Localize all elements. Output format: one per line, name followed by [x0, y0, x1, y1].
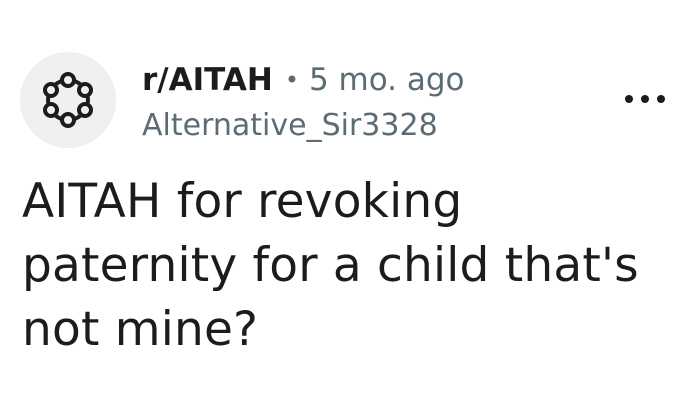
- separator-dot: •: [284, 66, 299, 94]
- subreddit-avatar[interactable]: [20, 52, 116, 148]
- more-options-icon: [641, 95, 649, 103]
- post-meta: r/AITAH • 5 mo. ago Alternative_Sir3328: [142, 60, 465, 146]
- post-timestamp: 5 mo. ago: [308, 62, 465, 98]
- subreddit-link[interactable]: r/AITAH: [142, 60, 273, 100]
- author-link[interactable]: Alternative_Sir3328: [142, 106, 465, 146]
- more-options-icon: [625, 95, 633, 103]
- more-options-icon: [657, 95, 665, 103]
- subreddit-ring-icon: [43, 72, 93, 128]
- meta-line: r/AITAH • 5 mo. ago: [142, 60, 465, 100]
- post-title[interactable]: AITAH for revoking paternity for a child…: [22, 170, 662, 362]
- post-card: r/AITAH • 5 mo. ago Alternative_Sir3328 …: [0, 0, 685, 400]
- more-options-button[interactable]: [625, 84, 665, 114]
- post-header: r/AITAH • 5 mo. ago Alternative_Sir3328: [20, 52, 665, 152]
